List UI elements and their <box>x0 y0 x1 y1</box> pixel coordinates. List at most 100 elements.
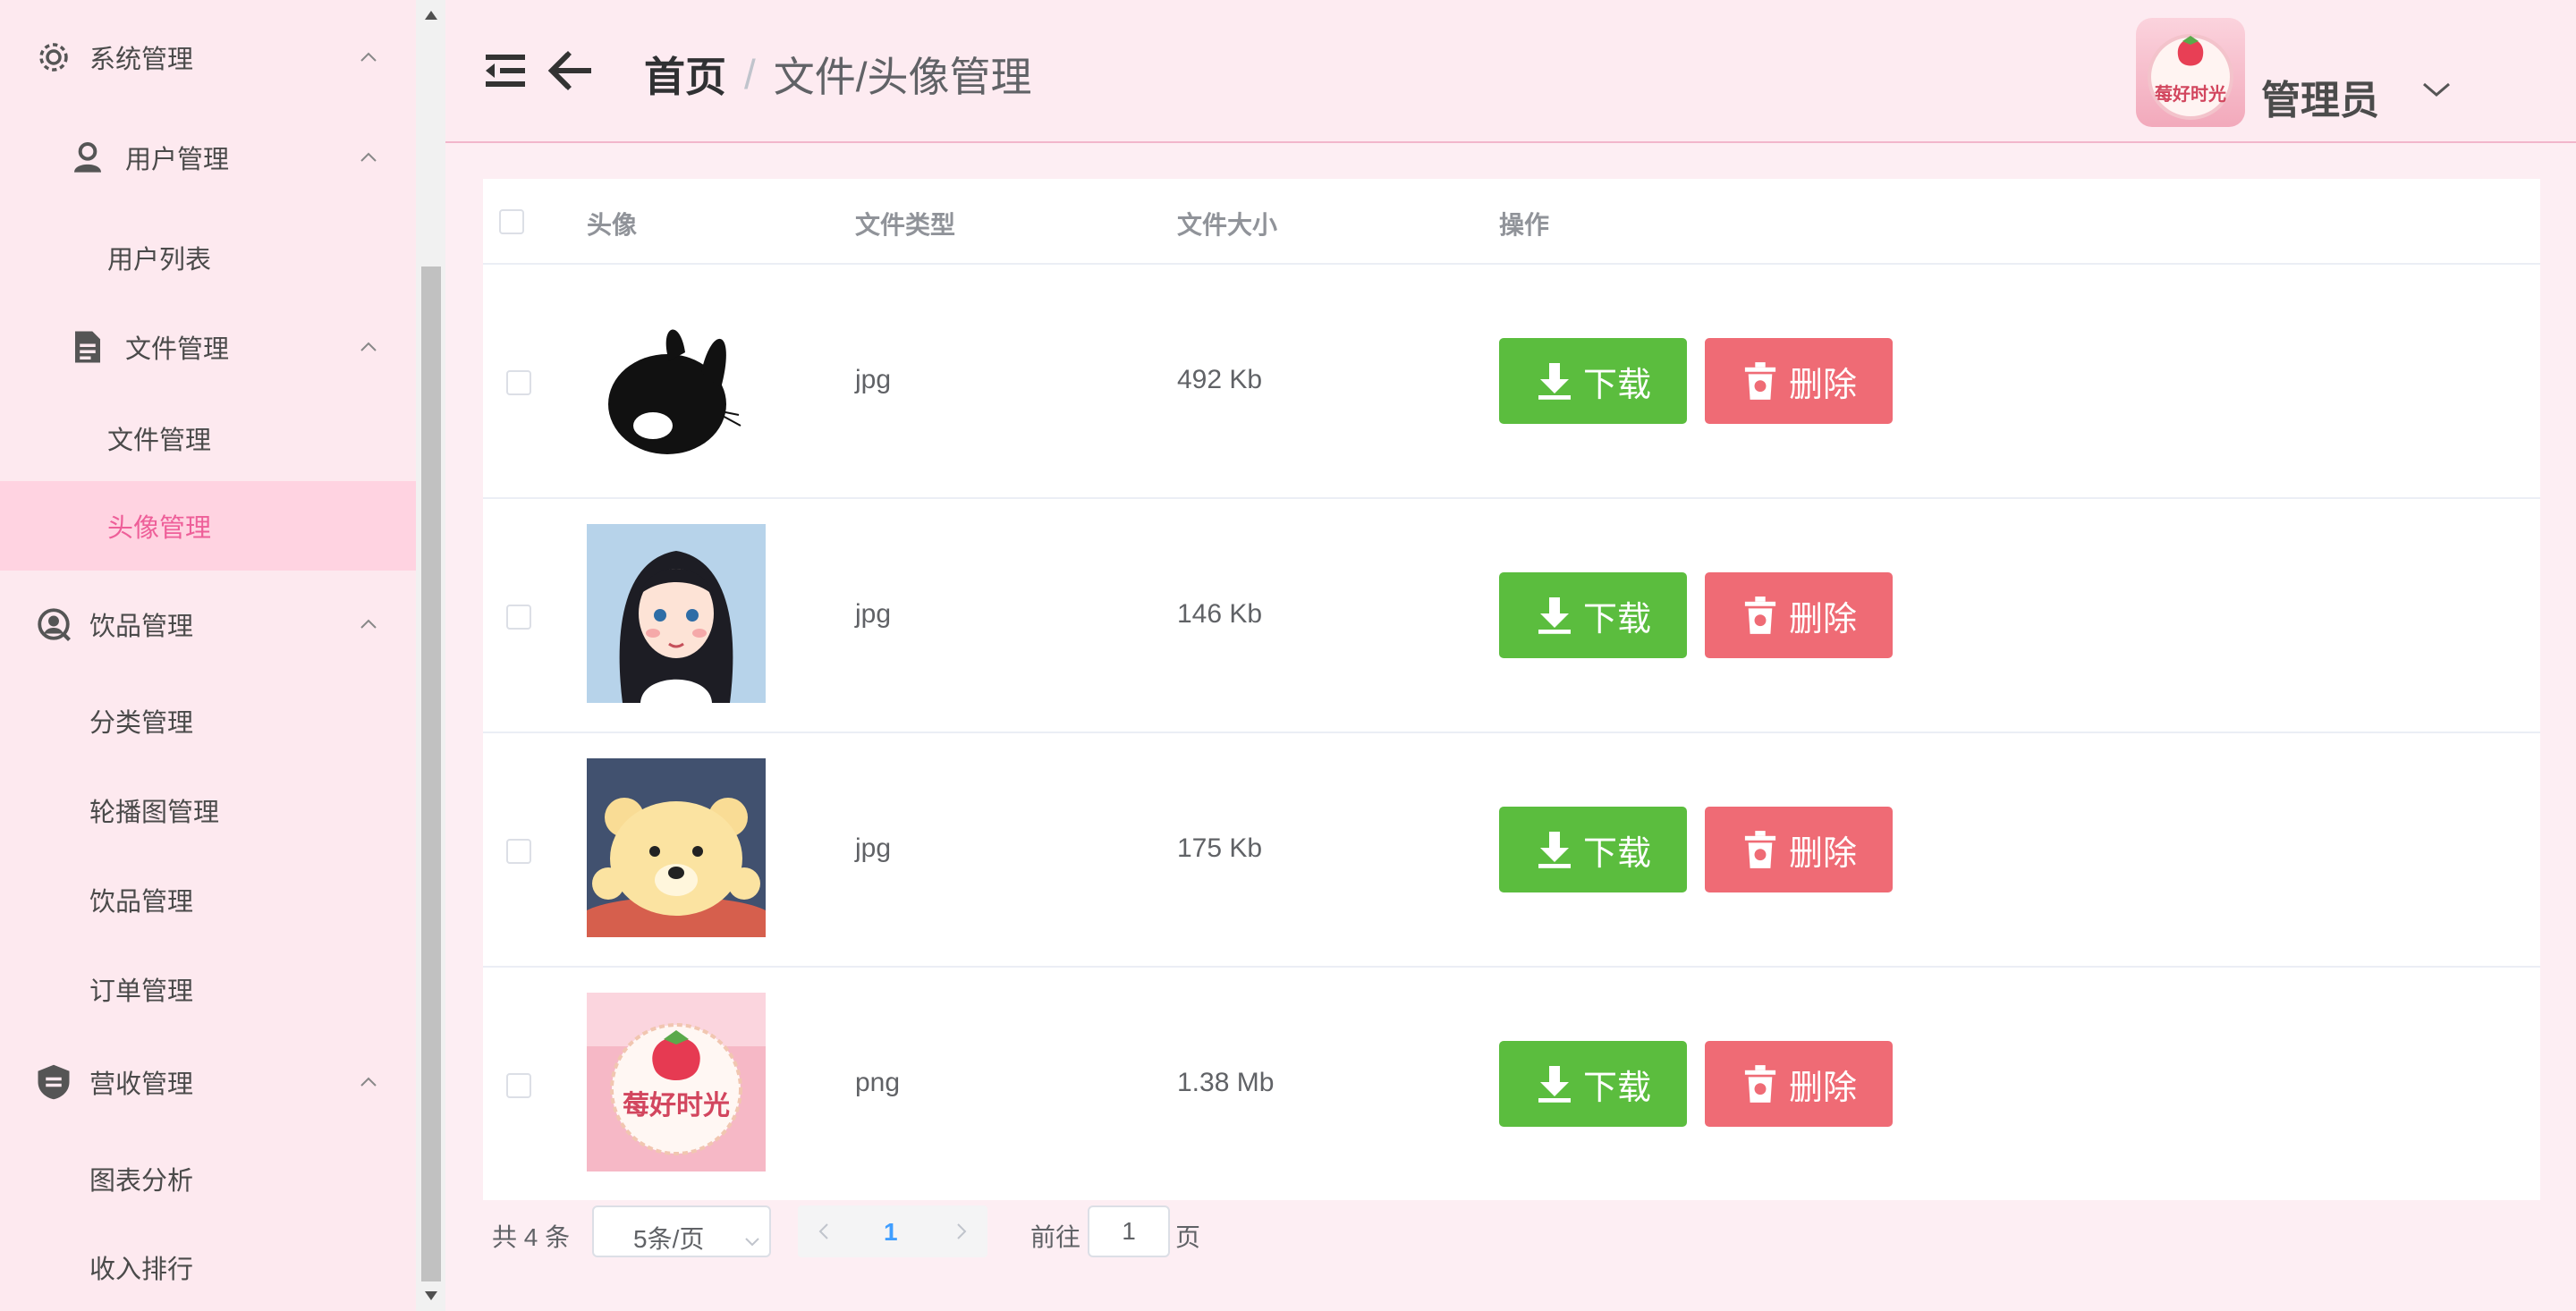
sidebar-item-categories[interactable]: 分类管理 <box>0 676 416 765</box>
table-row: jpg 492 Kb 下载 删除 <box>483 265 2540 499</box>
delete-label: 删除 <box>1788 1069 1857 1107</box>
trash-icon <box>1741 830 1780 869</box>
sidebar-item-system[interactable]: 系统管理 <box>0 20 416 95</box>
download-icon <box>1535 1064 1574 1104</box>
top-header: 首页 / 文件/头像管理 莓好时光 管理员 <box>445 0 2576 143</box>
sidebar-item-label: 图表分析 <box>89 1167 194 1196</box>
sidebar-item-label: 分类管理 <box>89 709 194 738</box>
sidebar-item-carousel[interactable]: 轮播图管理 <box>0 765 416 855</box>
select-all-checkbox[interactable] <box>499 209 524 234</box>
delete-label: 删除 <box>1788 834 1857 873</box>
sidebar-item-label: 系统管理 <box>89 46 194 74</box>
avatar-image-rabbit <box>587 290 766 469</box>
chevron-down-icon[interactable] <box>2420 79 2453 100</box>
delete-label: 删除 <box>1788 600 1857 639</box>
sidebar-item-orders[interactable]: 订单管理 <box>0 944 416 1034</box>
sidebar-item-label: 轮播图管理 <box>89 799 220 827</box>
page-size-select[interactable]: 5条/页 <box>592 1205 771 1257</box>
sidebar-item-revenue[interactable]: 营收管理 <box>0 1045 416 1120</box>
sidebar-item-income-ranking[interactable]: 收入排行 <box>0 1223 416 1311</box>
delete-button[interactable]: 删除 <box>1705 807 1893 892</box>
file-type: jpg <box>855 365 892 394</box>
avatar-logo-text: 莓好时光 <box>2155 83 2226 105</box>
table-row: jpg 175 Kb 下载 删除 <box>483 733 2540 968</box>
search-user-icon <box>34 605 73 644</box>
chevron-down-icon <box>744 1225 760 1247</box>
download-label: 下载 <box>1582 366 1651 404</box>
download-icon <box>1535 830 1574 869</box>
delete-button[interactable]: 删除 <box>1705 1041 1893 1127</box>
next-page-icon[interactable] <box>950 1220 971 1241</box>
chevron-up-icon <box>358 613 379 635</box>
sidebar-item-label: 饮品管理 <box>89 888 194 917</box>
chevron-up-icon <box>358 47 379 68</box>
total-count: 共 4 条 <box>492 1223 571 1251</box>
back-arrow-icon[interactable] <box>546 47 594 95</box>
delete-label: 删除 <box>1788 366 1857 404</box>
download-label: 下载 <box>1582 1069 1651 1107</box>
file-size: 175 Kb <box>1177 833 1263 863</box>
breadcrumb-current: 文件/头像管理 <box>773 54 1032 100</box>
download-label: 下载 <box>1582 834 1651 873</box>
avatar-table: 头像 文件类型 文件大小 操作 jpg 492 Kb 下载 删除 jpg 146… <box>483 179 2540 1200</box>
sidebar-item-label: 饮品管理 <box>89 613 194 641</box>
download-button[interactable]: 下载 <box>1499 1041 1687 1127</box>
download-button[interactable]: 下载 <box>1499 807 1687 892</box>
row-checkbox[interactable] <box>506 605 531 630</box>
sidebar-item-avatar-management[interactable]: 头像管理 <box>0 481 416 571</box>
sidebar-item-charts[interactable]: 图表分析 <box>0 1134 416 1223</box>
prev-page-icon[interactable] <box>814 1220 835 1241</box>
trash-icon <box>1741 596 1780 635</box>
row-checkbox[interactable] <box>506 370 531 395</box>
row-checkbox[interactable] <box>506 1073 531 1098</box>
file-type: jpg <box>855 599 892 629</box>
trash-icon <box>1741 361 1780 401</box>
sidebar-item-label: 营收管理 <box>89 1070 194 1099</box>
gear-icon <box>34 38 73 77</box>
sidebar-item-label: 订单管理 <box>89 977 194 1006</box>
sidebar-item-drinks[interactable]: 饮品管理 <box>0 587 416 662</box>
sidebar-item-label: 文件管理 <box>107 427 212 455</box>
avatar-image-bear <box>587 758 766 937</box>
row-checkbox[interactable] <box>506 839 531 864</box>
sidebar: 系统管理 用户管理 用户列表 文件管理 文件管理 头像管理 饮品管理 分类管理 <box>0 0 416 1311</box>
download-button[interactable]: 下载 <box>1499 338 1687 424</box>
scroll-down-arrow-icon[interactable] <box>423 1288 438 1303</box>
file-size: 492 Kb <box>1177 365 1263 394</box>
username[interactable]: 管理员 <box>2261 68 2379 125</box>
sidebar-scrollbar[interactable] <box>416 0 445 1311</box>
breadcrumb-separator: / <box>744 51 756 97</box>
delete-button[interactable]: 删除 <box>1705 338 1893 424</box>
chevron-up-icon <box>358 1071 379 1093</box>
sidebar-item-drink-list[interactable]: 饮品管理 <box>0 855 416 944</box>
goto-prefix: 前往 <box>1030 1223 1081 1251</box>
goto-page-input[interactable]: 1 <box>1088 1205 1170 1257</box>
avatar-image-strawberry-logo: 莓好时光 <box>587 993 766 1171</box>
user-icon <box>68 138 107 177</box>
sidebar-item-files[interactable]: 文件管理 <box>0 393 416 483</box>
table-header: 头像 文件类型 文件大小 操作 <box>483 179 2540 265</box>
trash-icon <box>1741 1064 1780 1104</box>
sidebar-item-label: 用户列表 <box>107 246 212 275</box>
breadcrumb-home[interactable]: 首页 <box>644 45 726 104</box>
download-icon <box>1535 596 1574 635</box>
scroll-thumb[interactable] <box>421 266 441 1281</box>
collapse-menu-icon[interactable] <box>481 47 530 95</box>
sidebar-item-file-management[interactable]: 文件管理 <box>0 309 416 385</box>
avatar[interactable]: 莓好时光 <box>2136 18 2245 127</box>
download-button[interactable]: 下载 <box>1499 572 1687 658</box>
document-icon <box>68 327 107 367</box>
delete-button[interactable]: 删除 <box>1705 572 1893 658</box>
sidebar-item-user-list[interactable]: 用户列表 <box>0 213 416 302</box>
pagination: 共 4 条 5条/页 1 前往 1 页 <box>483 1200 2540 1263</box>
file-size: 146 Kb <box>1177 599 1263 629</box>
breadcrumb: 首页 / 文件/头像管理 <box>644 45 1032 104</box>
column-header-size: 文件大小 <box>1177 211 1278 239</box>
file-type: jpg <box>855 833 892 863</box>
table-row: jpg 146 Kb 下载 删除 <box>483 499 2540 733</box>
goto-suffix: 页 <box>1175 1223 1201 1251</box>
sidebar-item-user-management[interactable]: 用户管理 <box>0 120 416 195</box>
sidebar-item-label: 头像管理 <box>107 514 212 543</box>
page-number-current[interactable]: 1 <box>884 1218 898 1247</box>
scroll-up-arrow-icon[interactable] <box>423 7 438 22</box>
